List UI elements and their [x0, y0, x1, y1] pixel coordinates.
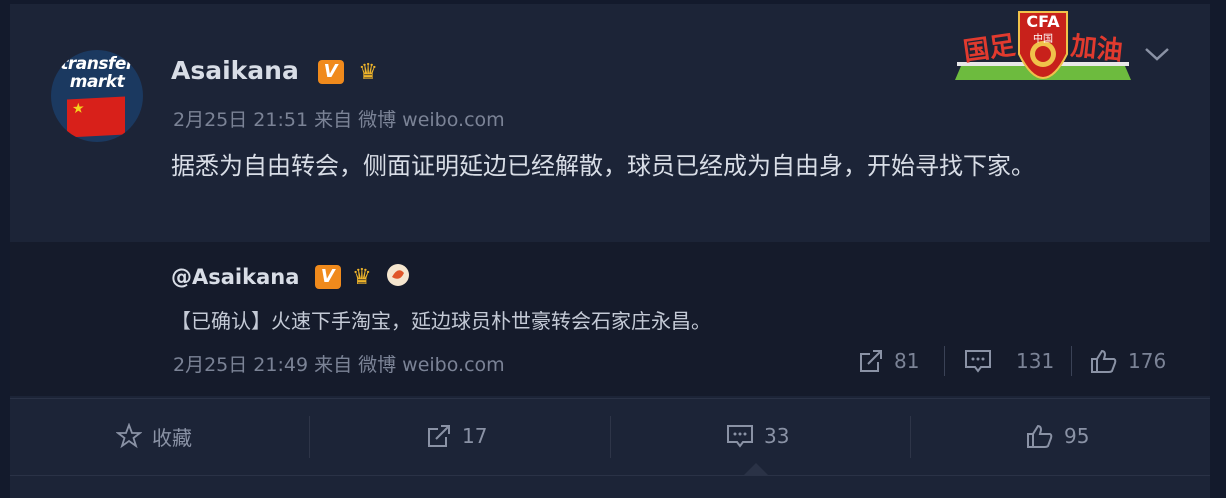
- avatar[interactable]: transfer markt ★: [51, 50, 143, 142]
- repost-username[interactable]: @Asaikana: [171, 265, 299, 289]
- avatar-logo-line1: transfer: [60, 54, 134, 74]
- repost-text: 【已确认】火速下手淘宝，延边球员朴世豪转会石家庄永昌。: [171, 309, 711, 333]
- crown-icon: ♛: [358, 60, 379, 85]
- comment-icon: [964, 348, 992, 374]
- repost-like-count: 176: [1128, 349, 1167, 373]
- favorite-label: 收藏: [152, 425, 192, 450]
- china-flag-icon: ★: [67, 96, 125, 138]
- emblem-left-text: 国足: [961, 30, 1018, 68]
- comment-count: 33: [764, 424, 790, 448]
- cfa-emblem: 国足 CFA 中国 加油: [955, 8, 1131, 82]
- repost-comment-count: 131: [1016, 349, 1055, 373]
- thumbs-up-icon: [1026, 423, 1054, 449]
- chevron-down-icon[interactable]: [1143, 40, 1171, 68]
- post-username[interactable]: Asaikana: [171, 56, 299, 85]
- avatar-logo-line2: markt: [69, 72, 125, 92]
- repost-forward[interactable]: 81: [858, 348, 919, 374]
- repost-forward-count: 81: [894, 349, 920, 373]
- repost-comment[interactable]: 131: [964, 348, 1054, 374]
- emblem-right-text: 加油: [1069, 31, 1125, 67]
- divider: [1071, 346, 1072, 376]
- forward-icon: [858, 348, 884, 374]
- emblem-center-text: CFA: [1026, 12, 1060, 31]
- forward-icon: [426, 423, 452, 449]
- post-time[interactable]: 2月25日 21:51 来自 微博 weibo.com: [173, 105, 505, 132]
- forward-button[interactable]: 17: [426, 398, 487, 474]
- like-count: 95: [1064, 424, 1090, 448]
- repost-medal-icon: [385, 262, 411, 288]
- thumbs-up-icon: [1090, 348, 1118, 374]
- repost-like[interactable]: 176: [1090, 348, 1166, 374]
- post-text: 据悉为自由转会，侧面证明延边已经解散，球员已经成为自由身，开始寻找下家。: [171, 152, 1035, 180]
- divider: [944, 346, 945, 376]
- comment-caret-indicator: [744, 463, 768, 475]
- divider: [910, 416, 911, 458]
- comment-icon: [726, 423, 754, 449]
- post-author: Asaikana V ♛: [171, 56, 378, 85]
- favorite-button[interactable]: 收藏: [116, 398, 192, 474]
- divider: [309, 416, 310, 458]
- repost-crown-icon: ♛: [352, 265, 372, 290]
- forward-count: 17: [462, 424, 488, 448]
- repost-author: @Asaikana V ♛: [171, 262, 411, 290]
- repost-time[interactable]: 2月25日 21:49 来自 微博 weibo.com: [173, 350, 505, 377]
- emblem-sub-text: 中国: [1033, 34, 1053, 45]
- repost-verified-badge-icon: V: [314, 265, 341, 289]
- like-button[interactable]: 95: [1026, 398, 1089, 474]
- divider: [610, 416, 611, 458]
- star-icon: [116, 423, 142, 449]
- verified-badge-icon: V: [317, 60, 344, 84]
